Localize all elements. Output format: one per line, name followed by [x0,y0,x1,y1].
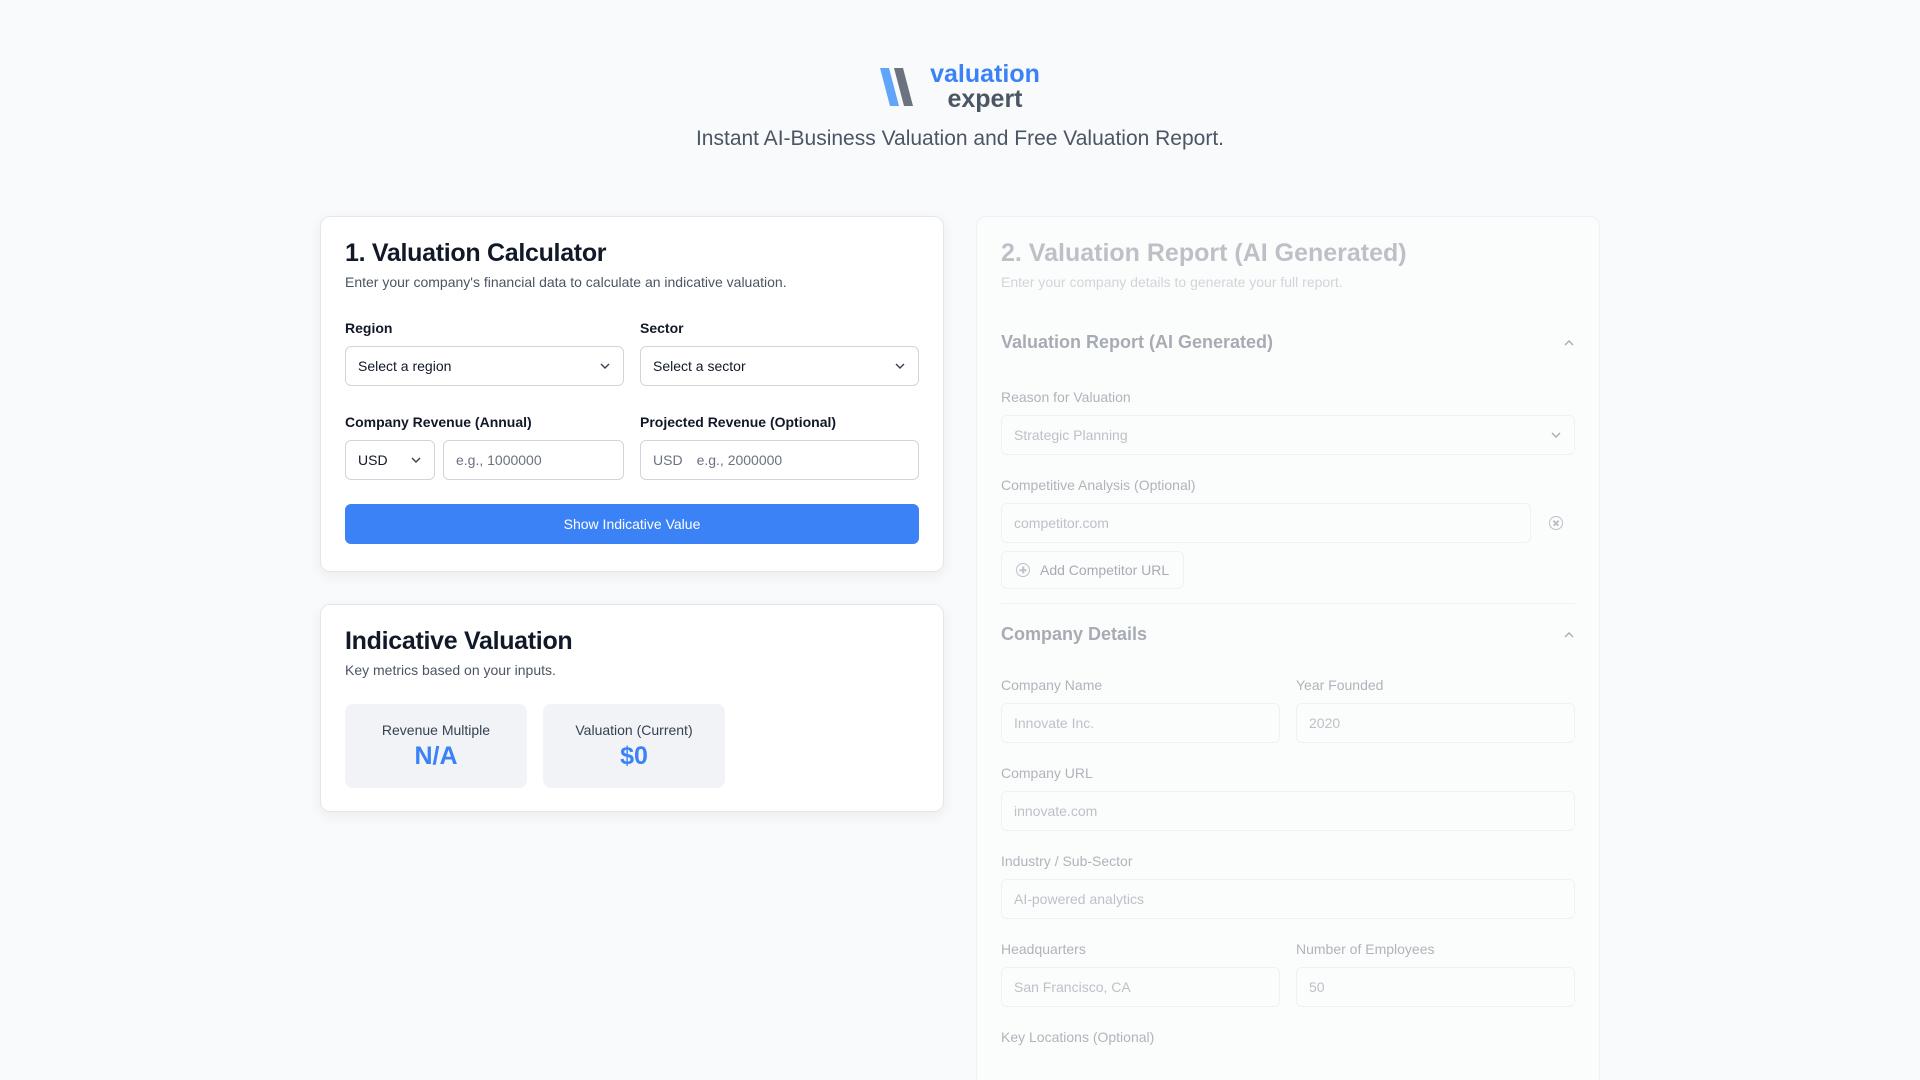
reason-label: Reason for Valuation [1001,389,1131,405]
competitive-analysis-field: Competitive Analysis (Optional) competit… [1001,477,1575,589]
metric-value: $0 [620,741,648,770]
employees-field: Number of Employees 50 [1296,941,1575,1007]
metric-valuation-current: Valuation (Current) $0 [543,704,725,788]
company-name-field: Company Name Innovate Inc. [1001,677,1280,743]
metric-revenue-multiple: Revenue Multiple N/A [345,704,527,788]
projected-revenue-placeholder: e.g., 2000000 [696,452,783,468]
valuation-report-card: 2. Valuation Report (AI Generated) Enter… [976,216,1600,1080]
logo-mark-icon [880,68,914,106]
report-title: 2. Valuation Report (AI Generated) [1001,239,1407,267]
sector-label: Sector [640,320,684,336]
indicative-valuation-card: Indicative Valuation Key metrics based o… [320,604,944,812]
reason-select[interactable]: Strategic Planning [1001,415,1575,455]
company-name-placeholder: Innovate Inc. [1014,715,1095,731]
region-select[interactable]: Select a region [345,346,624,386]
section-company-details-header[interactable]: Company Details [1001,624,1575,645]
indicative-subtitle: Key metrics based on your inputs. [345,662,556,678]
employees-input[interactable]: 50 [1296,967,1575,1007]
company-url-input[interactable]: innovate.com [1001,791,1575,831]
industry-input[interactable]: AI-powered analytics [1001,879,1575,919]
revenue-input[interactable]: e.g., 1000000 [443,440,624,480]
year-founded-field: Year Founded 2020 [1296,677,1575,743]
headquarters-placeholder: San Francisco, CA [1014,979,1131,995]
metric-label: Valuation (Current) [575,721,693,738]
chevron-up-icon [1564,631,1574,637]
key-locations-label: Key Locations (Optional) [1001,1029,1155,1045]
sector-select-value: Select a sector [653,358,746,374]
key-locations-field: Key Locations (Optional) [1001,1029,1575,1045]
competitor-url-placeholder: competitor.com [1014,515,1109,531]
company-url-label: Company URL [1001,765,1093,781]
year-founded-input[interactable]: 2020 [1296,703,1575,743]
indicative-title: Indicative Valuation [345,627,573,655]
revenue-placeholder: e.g., 1000000 [456,452,542,468]
tagline: Instant AI-Business Valuation and Free V… [695,127,1225,150]
chevron-down-icon [411,457,421,463]
reason-select-value: Strategic Planning [1014,427,1128,443]
region-field: Region Select a region [345,320,624,386]
chevron-down-icon [895,363,905,369]
chevron-up-icon [1564,339,1574,345]
currency-prefix: USD [653,452,683,468]
projected-revenue-label: Projected Revenue (Optional) [640,414,837,430]
calculator-subtitle: Enter your company's financial data to c… [345,274,787,290]
reason-field: Reason for Valuation Strategic Planning [1001,389,1575,455]
logo-text: valuation expert [930,62,1040,112]
sector-select[interactable]: Select a sector [640,346,919,386]
region-label: Region [345,320,393,336]
metric-label: Revenue Multiple [381,721,491,738]
employees-placeholder: 50 [1309,979,1325,995]
plus-circle-icon [1016,563,1030,577]
section-valuation-report-header[interactable]: Valuation Report (AI Generated) [1001,332,1575,353]
chevron-down-icon [600,363,610,369]
industry-label: Industry / Sub-Sector [1001,853,1133,869]
section-title: Company Details [1001,624,1148,644]
headquarters-label: Headquarters [1001,941,1086,957]
employees-label: Number of Employees [1296,941,1435,957]
logo[interactable]: valuation expert [880,62,1040,112]
chevron-down-icon [1551,432,1561,438]
show-indicative-value-button[interactable]: Show Indicative Value [345,504,919,544]
section-divider [1001,603,1575,604]
section-title: Valuation Report (AI Generated) [1001,332,1274,352]
region-select-value: Select a region [358,358,452,374]
currency-select-value: USD [358,452,388,468]
year-founded-placeholder: 2020 [1309,715,1341,731]
company-url-field: Company URL innovate.com [1001,765,1575,831]
logo-word-valuation: valuation [930,60,1040,88]
metric-value: N/A [414,741,458,770]
remove-circle-icon[interactable] [1549,516,1563,530]
add-competitor-url-button[interactable]: Add Competitor URL [1001,551,1185,589]
headquarters-input[interactable]: San Francisco, CA [1001,967,1280,1007]
valuation-calculator-card: 1. Valuation Calculator Enter your compa… [320,216,944,572]
competitive-analysis-label: Competitive Analysis (Optional) [1001,477,1196,493]
report-subtitle: Enter your company details to generate y… [1001,274,1343,290]
logo-word-expert: expert [947,85,1023,113]
headquarters-field: Headquarters San Francisco, CA [1001,941,1280,1007]
sector-field: Sector Select a sector [640,320,919,386]
projected-revenue-input[interactable]: USD e.g., 2000000 [640,440,919,480]
revenue-label: Company Revenue (Annual) [345,414,532,430]
page-header: valuation expert Instant AI-Business Val… [0,62,1920,151]
currency-select[interactable]: USD [345,440,435,480]
industry-field: Industry / Sub-Sector AI-powered analyti… [1001,853,1575,919]
company-url-placeholder: innovate.com [1014,803,1098,819]
company-name-label: Company Name [1001,677,1103,693]
add-competitor-url-label: Add Competitor URL [1040,562,1170,578]
revenue-field: Company Revenue (Annual) USD e.g., 10000… [345,414,624,480]
projected-revenue-field: Projected Revenue (Optional) USD e.g., 2… [640,414,919,480]
company-name-input[interactable]: Innovate Inc. [1001,703,1280,743]
calculator-title: 1. Valuation Calculator [345,239,607,267]
competitor-url-input[interactable]: competitor.com [1001,503,1531,543]
industry-placeholder: AI-powered analytics [1014,891,1144,907]
year-founded-label: Year Founded [1296,677,1384,693]
